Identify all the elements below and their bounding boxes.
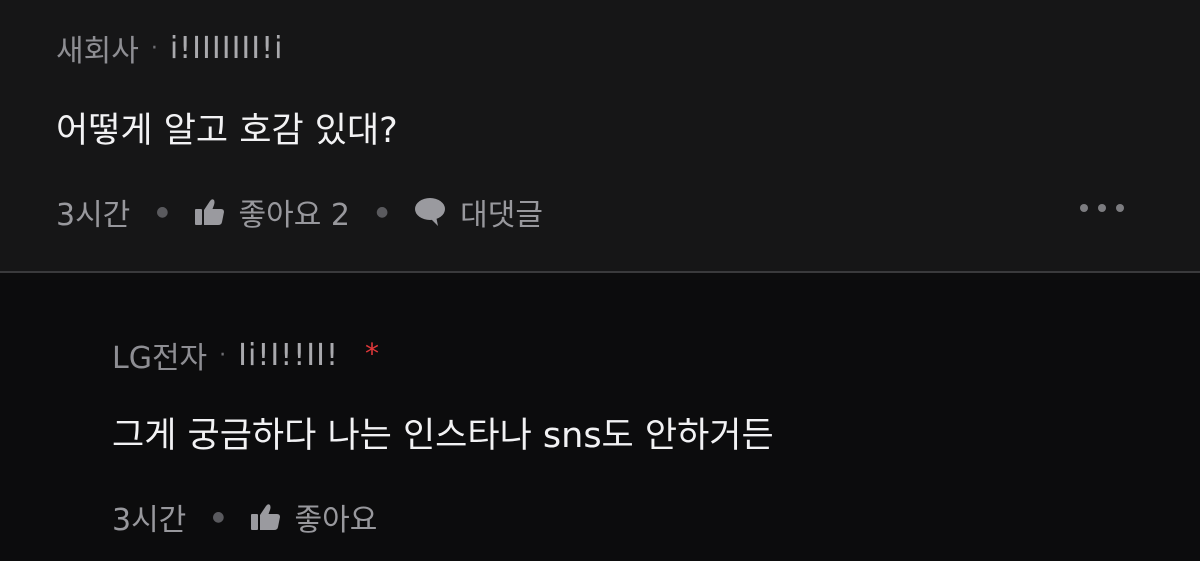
comment-nickname: i!IIIIIII!i <box>169 30 284 66</box>
author-badge: * <box>365 336 380 370</box>
comment-text: 어떻게 알고 호감 있대? <box>56 111 398 151</box>
reply-time: 3시간 <box>112 503 187 538</box>
like-button[interactable]: 좋아요 2 <box>194 190 350 234</box>
action-dot: ● <box>156 204 169 220</box>
action-dot: ● <box>212 509 225 525</box>
comment-author[interactable]: 새회사 <box>56 26 139 70</box>
like-button[interactable]: 좋아요 <box>250 495 378 539</box>
comment-time: 3시간 <box>56 198 131 233</box>
meta-separator: · <box>150 35 158 61</box>
reply-text: 그게 궁금하다 나는 인스타나 sns도 안하거든 <box>112 416 774 456</box>
reply-label: 대댓글 <box>460 198 543 233</box>
reply-comment: LG전자 · Ii!I!!II! * 그게 궁금하다 나는 인스타나 sns도 … <box>0 273 1200 561</box>
thumbs-up-icon <box>194 199 224 225</box>
reply-meta: LG전자 · Ii!I!!II! * <box>112 333 379 377</box>
reply-button[interactable]: 대댓글 <box>414 190 543 234</box>
comment: 새회사 · i!IIIIIII!i 어떻게 알고 호감 있대? 3시간 ● 좋아… <box>0 0 1200 271</box>
like-label: 좋아요 <box>294 503 378 538</box>
comment-actions: 3시간 ● 좋아요 2 ● 대댓글 <box>56 190 543 234</box>
reply-author[interactable]: LG전자 <box>112 333 207 377</box>
reply-actions: 3시간 ● 좋아요 <box>112 495 377 539</box>
more-options-button[interactable] <box>1080 196 1124 220</box>
meta-separator: · <box>219 342 227 368</box>
action-dot: ● <box>375 204 389 220</box>
like-label: 좋아요 2 <box>238 198 350 233</box>
reply-nickname: Ii!I!!II! <box>238 337 340 373</box>
more-horizontal-icon <box>1080 204 1088 212</box>
comment-meta: 새회사 · i!IIIIIII!i <box>56 26 283 70</box>
speech-bubble-icon <box>415 198 446 226</box>
thumbs-up-icon <box>250 504 280 530</box>
